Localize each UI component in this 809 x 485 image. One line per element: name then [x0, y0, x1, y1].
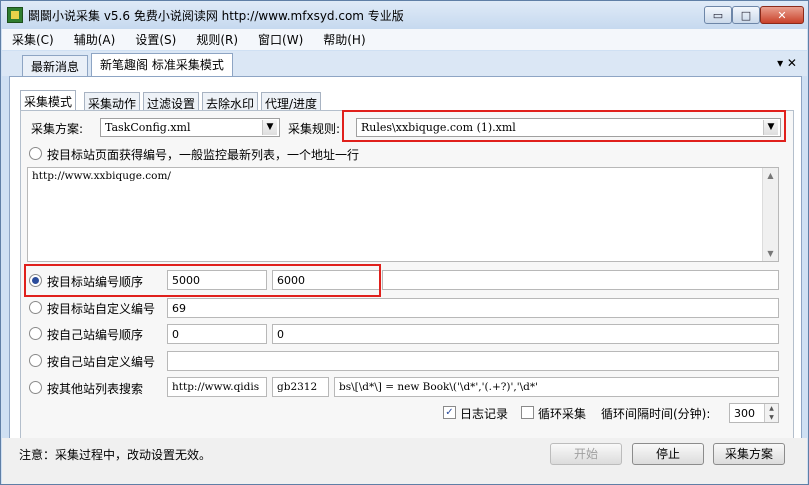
- app-logo-icon: [7, 7, 23, 23]
- log-label: 日志记录: [460, 407, 509, 421]
- other-search-label: 按其他站列表搜索: [47, 382, 144, 396]
- radio-target-seq[interactable]: [29, 274, 42, 287]
- app-window: 鬬鬬小说采集 v5.6 免费小说阅读网 http://www.mfxsyd.co…: [0, 0, 809, 485]
- close-icon: ✕: [777, 8, 787, 22]
- loop-label: 循环采集: [538, 407, 587, 421]
- rule-select-value: Rules\xxbiquge.com (1).xml: [361, 121, 516, 134]
- interval-label: 循环间隔时间(分钟):: [601, 407, 711, 421]
- document-tabs: 最新消息 新笔趣阁 标准采集模式 ▾ ✕: [2, 51, 807, 76]
- target-custom-label: 按目标站自定义编号: [47, 302, 156, 316]
- tab-latest-news[interactable]: 最新消息: [22, 55, 89, 76]
- own-custom-label: 按自己站自定义编号: [47, 355, 156, 369]
- radio-other-search[interactable]: [29, 381, 42, 394]
- close-button[interactable]: ✕: [760, 6, 804, 24]
- own-seq-label: 按自己站编号顺序: [47, 328, 144, 342]
- other-search-pattern-input[interactable]: bs\[\d*\] = new Book\('\d*','(.+?)','\d*…: [334, 377, 779, 397]
- target-list-label: 按目标站页面获得编号，一般监控最新列表，一个地址一行: [47, 148, 360, 162]
- start-button[interactable]: 开始: [550, 443, 622, 465]
- scheme-label: 采集方案:: [31, 122, 84, 136]
- other-search-url-input[interactable]: http://www.qidis: [167, 377, 267, 397]
- own-seq-from-input[interactable]: 0: [167, 324, 267, 344]
- menu-window[interactable]: 窗口(W): [248, 31, 313, 48]
- radio-target-list[interactable]: [29, 147, 42, 160]
- menu-assist[interactable]: 辅助(A): [64, 31, 126, 48]
- window-title: 鬬鬬小说采集 v5.6 免费小说阅读网 http://www.mfxsyd.co…: [28, 9, 404, 23]
- spin-up-icon[interactable]: ▲: [765, 404, 778, 413]
- loop-checkbox[interactable]: [521, 406, 534, 419]
- scheme-button[interactable]: 采集方案: [713, 443, 785, 465]
- spin-down-icon[interactable]: ▼: [765, 413, 778, 422]
- maximize-icon: □: [740, 8, 752, 22]
- tab-remove-watermark[interactable]: 去除水印: [202, 92, 259, 111]
- scheme-select-value: TaskConfig.xml: [105, 121, 191, 134]
- menu-rules[interactable]: 规则(R): [186, 31, 248, 48]
- tab-filter-settings[interactable]: 过滤设置: [143, 92, 200, 111]
- minimize-button[interactable]: ▭: [704, 6, 732, 24]
- target-custom-input[interactable]: 69: [167, 298, 779, 318]
- chevron-down-icon: ▼: [262, 120, 277, 135]
- own-custom-input[interactable]: [167, 351, 779, 371]
- menu-bar: 采集(C) 辅助(A) 设置(S) 规则(R) 窗口(W) 帮助(H): [2, 29, 807, 50]
- target-seq-extra-input[interactable]: [382, 270, 779, 290]
- radio-own-custom[interactable]: [29, 354, 42, 367]
- tab-collect-mode[interactable]: 采集模式: [20, 90, 77, 111]
- menu-settings[interactable]: 设置(S): [125, 31, 186, 48]
- stop-button[interactable]: 停止: [632, 443, 704, 465]
- target-seq-from-input[interactable]: 5000: [167, 270, 267, 290]
- tab-collect-action[interactable]: 采集动作: [84, 92, 141, 111]
- menu-collect[interactable]: 采集(C): [2, 31, 64, 48]
- target-seq-label: 按目标站编号顺序: [47, 275, 144, 289]
- other-search-encoding-input[interactable]: gb2312: [272, 377, 329, 397]
- url-list-scrollbar[interactable]: ▲ ▼: [762, 168, 778, 261]
- chevron-down-icon: ▼: [763, 120, 778, 135]
- interval-spinner[interactable]: 300 ▲ ▼: [729, 403, 779, 423]
- own-seq-to-input[interactable]: 0: [272, 324, 779, 344]
- scheme-select[interactable]: TaskConfig.xml ▼: [100, 118, 280, 137]
- url-list-textarea[interactable]: http://www.xxbiquge.com/ ▲ ▼: [27, 167, 779, 262]
- tab-biquge-standard[interactable]: 新笔趣阁 标准采集模式: [91, 53, 233, 76]
- status-note: 注意：采集过程中，改动设置无效。: [19, 448, 212, 462]
- maximize-button[interactable]: □: [732, 6, 760, 24]
- minimize-icon: ▭: [712, 8, 724, 22]
- url-list-text: http://www.xxbiquge.com/: [32, 170, 171, 182]
- title-bar[interactable]: 鬬鬬小说采集 v5.6 免费小说阅读网 http://www.mfxsyd.co…: [1, 1, 808, 29]
- interval-value: 300: [734, 407, 755, 420]
- target-seq-to-input[interactable]: 6000: [272, 270, 380, 290]
- tab-tools-icons[interactable]: ▾ ✕: [777, 56, 797, 70]
- rule-select[interactable]: Rules\xxbiquge.com (1).xml ▼: [356, 118, 781, 137]
- radio-own-seq[interactable]: [29, 327, 42, 340]
- scroll-up-icon[interactable]: ▲: [763, 168, 778, 183]
- radio-target-custom[interactable]: [29, 301, 42, 314]
- rule-label: 采集规则:: [288, 122, 341, 136]
- log-checkbox[interactable]: ✓: [443, 406, 456, 419]
- tab-proxy-progress[interactable]: 代理/进度: [261, 92, 322, 111]
- menu-help[interactable]: 帮助(H): [313, 31, 375, 48]
- scroll-down-icon[interactable]: ▼: [763, 246, 778, 261]
